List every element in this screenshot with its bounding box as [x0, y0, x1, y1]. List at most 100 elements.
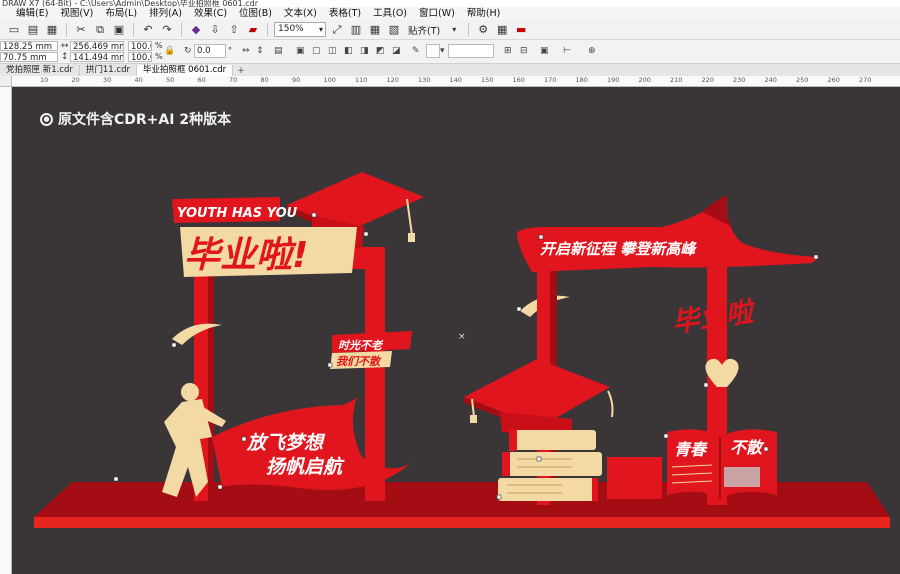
paste-icon[interactable]: ▣ [111, 22, 127, 38]
undo-icon[interactable]: ↶ [140, 22, 156, 38]
document-tab[interactable]: 拱门11.cdr [80, 65, 137, 76]
ruler-tick-label: 150 [481, 76, 494, 84]
save-icon[interactable]: ▦ [44, 22, 60, 38]
center-marker-icon: × [458, 332, 466, 342]
application-launcher-icon[interactable]: ▦ [494, 22, 510, 38]
trim-icon[interactable]: ▢ [312, 46, 321, 56]
to-front-icon[interactable]: ▣ [540, 46, 549, 56]
welcome-screen-icon[interactable]: ▬ [513, 22, 529, 38]
pdf-icon[interactable]: ▰ [245, 22, 261, 38]
wrap-text-icon[interactable]: ⊟ [520, 46, 528, 56]
options-icon[interactable]: ⚙ [475, 22, 491, 38]
window-title: DRAW X7 (64-Bit) - C:\Users\Admin\Deskto… [0, 0, 900, 7]
separator [66, 22, 67, 37]
width-icon: ↔ [61, 41, 69, 51]
create-boundary-icon[interactable]: ◪ [392, 46, 401, 56]
ruler-tick-label: 70 [229, 76, 238, 84]
outline-width-select[interactable] [448, 44, 494, 58]
rotation-icon: ↻ [184, 46, 192, 56]
back-minus-front-icon[interactable]: ◩ [376, 46, 385, 56]
export-icon[interactable]: ⇧ [226, 22, 242, 38]
ruler-tick-label: 190 [607, 76, 620, 84]
x-position-field[interactable]: 128.25 mm [0, 41, 58, 51]
redo-icon[interactable]: ↷ [159, 22, 175, 38]
separator [468, 22, 470, 37]
ruler-tick-label: 80 [260, 76, 269, 84]
arch-banner [517, 195, 820, 272]
ruler-tick-label: 110 [355, 76, 368, 84]
width-field[interactable]: 256.469 mm [70, 41, 124, 51]
mirror-horizontal-icon[interactable]: ⇔ [242, 46, 250, 56]
fill-swatch[interactable] [426, 44, 440, 58]
ruler-tick-label: 10 [40, 76, 49, 84]
standard-toolbar: ▭ ▤ ▦ ✂ ⧉ ▣ ↶ ↷ ◆ ⇩ ⇧ ▰ 150% ⤢ ▥ ▦ ▧ 贴齐(… [0, 20, 900, 40]
front-minus-back-icon[interactable]: ◨ [360, 46, 369, 56]
menu-item[interactable]: 排列(A) [143, 7, 188, 20]
simplify-icon[interactable]: ◧ [344, 46, 353, 56]
document-tab[interactable]: 毕业拍照框 0601.cdr [136, 65, 234, 76]
weld-icon[interactable]: ▣ [296, 46, 305, 56]
scale-x-field[interactable]: 100.0 [128, 41, 152, 51]
y-position-field[interactable]: 70.75 mm [0, 52, 58, 62]
rotation-angle-field[interactable]: 0.0 [194, 44, 226, 58]
show-grid-icon[interactable]: ▦ [367, 22, 383, 38]
new-document-icon[interactable]: ▭ [6, 22, 22, 38]
show-rulers-icon[interactable]: ▥ [348, 22, 364, 38]
import-icon[interactable]: ⇩ [207, 22, 223, 38]
document-tab[interactable]: 党拍照匣 新1.cdr [0, 65, 80, 76]
ruler-tick-label: 180 [575, 76, 588, 84]
pen-icon[interactable]: ▾ [440, 46, 445, 56]
ruler-tick-label: 140 [449, 76, 462, 84]
ruler-tick-label: 130 [418, 76, 431, 84]
chevron-down-icon[interactable]: ▾ [446, 22, 462, 38]
ruler-tick-label: 30 [103, 76, 112, 84]
ruler-tick-label: 40 [134, 76, 143, 84]
menu-item[interactable]: 效果(C) [188, 7, 233, 20]
search-content-icon[interactable]: ◆ [188, 22, 204, 38]
outline-icon[interactable]: ✎ [412, 46, 420, 56]
convert-to-curves-icon[interactable]: ⊞ [504, 46, 512, 56]
menu-item[interactable]: 文本(X) [278, 7, 323, 20]
align-distribute-icon[interactable]: ⊢ [563, 46, 571, 56]
horizontal-ruler[interactable]: 10 20 30 40 50 60 70 80 90 100 110 120 130 140 150 160 1… [12, 76, 900, 87]
height-icon: ↕ [61, 52, 69, 62]
books-pedestal [607, 457, 662, 499]
snap-to-button[interactable]: 贴齐(T) [405, 23, 443, 37]
arch-slogan: 开启新征程 攀登新高峰 [540, 240, 697, 258]
menu-item[interactable]: 位图(B) [233, 7, 278, 20]
menu-item[interactable]: 工具(O) [367, 7, 413, 20]
banner-line2: 扬帆启航 [266, 456, 345, 478]
zoom-level-select[interactable]: 150% [274, 22, 326, 37]
add-tab-icon[interactable]: + [233, 66, 249, 76]
menu-item[interactable]: 布局(L) [99, 7, 143, 20]
mirror-vertical-icon[interactable]: ⇕ [256, 46, 264, 56]
time-line1: 时光不老 [338, 339, 384, 352]
menu-item[interactable]: 帮助(H) [461, 7, 507, 20]
youth-label: YOUTH HAS YOU [177, 206, 298, 221]
vertical-ruler[interactable] [0, 87, 12, 574]
separator [133, 22, 134, 37]
lock-ratio-icon[interactable]: 🔒 [164, 46, 175, 56]
full-screen-icon[interactable]: ⤢ [329, 22, 345, 38]
show-guidelines-icon[interactable]: ▧ [386, 22, 402, 38]
menu-item[interactable]: 编辑(E) [10, 7, 54, 20]
menu-item[interactable]: 表格(T) [323, 7, 367, 20]
cut-icon[interactable]: ✂ [73, 22, 89, 38]
ruler-tick-label: 260 [827, 76, 840, 84]
ruler-tick-label: 210 [670, 76, 683, 84]
ruler-tick-label: 90 [292, 76, 301, 84]
intersect-icon[interactable]: ◫ [328, 46, 337, 56]
ruler-origin[interactable] [0, 76, 12, 87]
add-icon[interactable]: ⊕ [588, 46, 596, 56]
scale-y-field[interactable]: 100.0 [128, 52, 152, 62]
ruler-tick-label: 120 [386, 76, 399, 84]
menu-item[interactable]: 视图(V) [54, 7, 99, 20]
open-icon[interactable]: ▤ [25, 22, 41, 38]
drawing-canvas[interactable]: ● 原文件含CDR+AI 2种版本 YOUTH HAS YOU 毕业啦! 时光不… [12, 87, 900, 574]
artwork: YOUTH HAS YOU 毕业啦! 时光不老 我们不散 放飞梦想 扬帆启航 开… [34, 172, 890, 528]
height-field[interactable]: 141.494 mm [70, 52, 124, 62]
graduation-cap-right [464, 359, 614, 439]
menu-item[interactable]: 窗口(W) [413, 7, 461, 20]
copy-icon[interactable]: ⧉ [92, 22, 108, 38]
align-icon[interactable]: ▤ [274, 46, 283, 56]
